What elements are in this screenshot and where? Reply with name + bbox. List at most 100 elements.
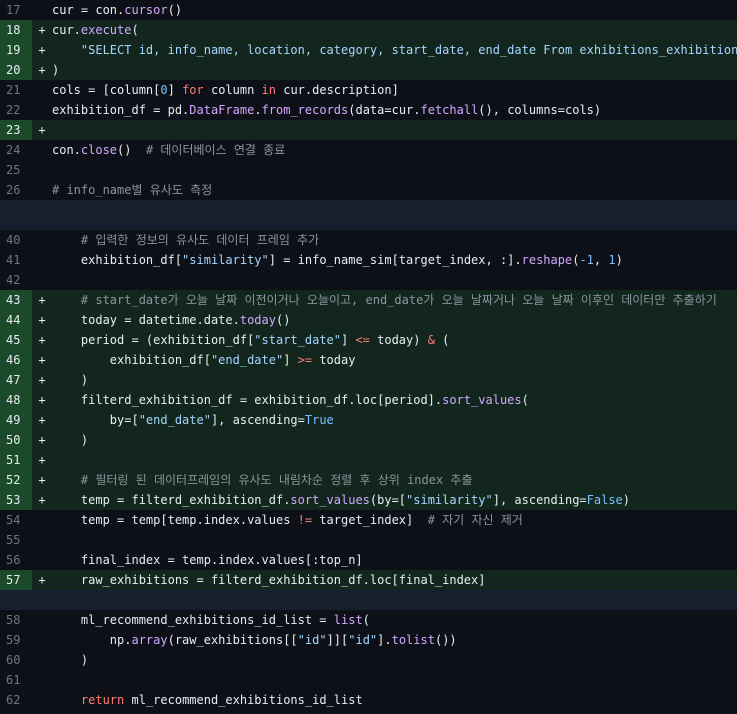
context-line: 41 exhibition_df["similarity"] = info_na… <box>0 250 737 270</box>
context-line: 17 cur = con.cursor() <box>0 0 737 20</box>
added-line: 48 + filterd_exhibition_df = exhibition_d… <box>0 390 737 410</box>
code-text: by=["end_date"], ascending=True <box>52 413 334 427</box>
line-number[interactable]: 18 <box>0 20 32 40</box>
line-number[interactable]: 47 <box>0 370 32 390</box>
context-line: 22 exhibition_df = pd.DataFrame.from_reco… <box>0 100 737 120</box>
line-number[interactable]: 26 <box>0 180 32 200</box>
line-number[interactable]: 20 <box>0 60 32 80</box>
line-number[interactable]: 22 <box>0 100 32 120</box>
diff-marker: + <box>38 23 46 37</box>
diff-marker: + <box>38 123 46 137</box>
diff-marker: + <box>38 313 46 327</box>
code-text: exhibition_df["similarity"] = info_name_… <box>52 253 623 267</box>
line-number[interactable]: 60 <box>0 650 32 670</box>
line-number[interactable]: 19 <box>0 40 32 60</box>
diff-marker <box>32 230 52 250</box>
line-number[interactable]: 58 <box>0 610 32 630</box>
code-text: exhibition_df["end_date"] >= today <box>52 353 356 367</box>
hunk-expander[interactable] <box>0 200 737 230</box>
diff-marker: + <box>38 573 46 587</box>
line-number[interactable]: 41 <box>0 250 32 270</box>
line-number[interactable]: 61 <box>0 670 32 690</box>
diff-marker <box>32 670 52 690</box>
line-number[interactable]: 48 <box>0 390 32 410</box>
diff-marker: + <box>38 43 46 57</box>
diff-marker: + <box>38 433 46 447</box>
code-text: cur = con.cursor() <box>52 3 183 17</box>
line-number[interactable]: 45 <box>0 330 32 350</box>
context-line: 54 temp = temp[temp.index.values != targ… <box>0 510 737 530</box>
code-text: np.array(raw_exhibitions[["id"]]["id"].t… <box>52 633 457 647</box>
code-text: temp = temp[temp.index.values != target_… <box>52 513 523 527</box>
line-number[interactable]: 49 <box>0 410 32 430</box>
context-line: 61 <box>0 670 737 690</box>
diff-marker <box>32 270 52 290</box>
diff-marker <box>32 160 52 180</box>
added-line: 19 + "SELECT id, info_name, location, cat… <box>0 40 737 60</box>
added-line: 46 + exhibition_df["end_date"] >= today <box>0 350 737 370</box>
context-line: 25 <box>0 160 737 180</box>
code-text: filterd_exhibition_df = exhibition_df.lo… <box>52 393 529 407</box>
line-number[interactable]: 40 <box>0 230 32 250</box>
diff-marker <box>32 630 52 650</box>
code-text: ) <box>52 653 89 667</box>
line-number[interactable]: 57 <box>0 570 32 590</box>
diff-marker: + <box>38 493 46 507</box>
diff-marker <box>32 100 52 120</box>
code-text: final_index = temp.index.values[:top_n] <box>52 553 363 567</box>
line-number[interactable]: 59 <box>0 630 32 650</box>
diff-marker <box>32 530 52 550</box>
line-number[interactable]: 43 <box>0 290 32 310</box>
added-line: 43 + # start_date가 오늘 날짜 이전이거나 오늘이고, end_… <box>0 290 737 310</box>
line-number[interactable]: 54 <box>0 510 32 530</box>
diff-marker <box>32 80 52 100</box>
code-text: today = datetime.date.today() <box>52 313 291 327</box>
diff-marker: + <box>38 353 46 367</box>
added-line: 53 + temp = filterd_exhibition_df.sort_va… <box>0 490 737 510</box>
line-number[interactable]: 42 <box>0 270 32 290</box>
context-line: 40 # 입력한 정보의 유사도 데이터 프레임 추가 <box>0 230 737 250</box>
line-number[interactable]: 25 <box>0 160 32 180</box>
code-text: con.close() # 데이터베이스 연결 종료 <box>52 143 286 157</box>
line-number[interactable]: 46 <box>0 350 32 370</box>
diff-marker: + <box>38 293 46 307</box>
context-line: 62 return ml_recommend_exhibitions_id_li… <box>0 690 737 710</box>
diff-marker <box>32 550 52 570</box>
line-number[interactable]: 24 <box>0 140 32 160</box>
line-number[interactable]: 62 <box>0 690 32 710</box>
added-line: 52 + # 필터링 된 데이터프레임의 유사도 내림차순 정렬 후 상위 ind… <box>0 470 737 490</box>
code-text: raw_exhibitions = filterd_exhibition_df.… <box>52 573 486 587</box>
hunk-expander[interactable] <box>0 590 737 610</box>
added-line: 57 + raw_exhibitions = filterd_exhibition… <box>0 570 737 590</box>
code-text: exhibition_df = pd.DataFrame.from_record… <box>52 103 602 117</box>
added-line: 45 + period = (exhibition_df["start_date"… <box>0 330 737 350</box>
added-line: 18 + cur.execute( <box>0 20 737 40</box>
diff-marker: + <box>38 63 46 77</box>
line-number[interactable]: 21 <box>0 80 32 100</box>
diff-marker <box>32 610 52 630</box>
context-line: 59 np.array(raw_exhibitions[["id"]]["id"… <box>0 630 737 650</box>
code-text: ml_recommend_exhibitions_id_list = list( <box>52 613 370 627</box>
line-number[interactable]: 56 <box>0 550 32 570</box>
diff-marker <box>32 690 52 710</box>
code-text: # info_name별 유사도 측정 <box>52 183 213 197</box>
line-number[interactable]: 51 <box>0 450 32 470</box>
line-number[interactable]: 17 <box>0 0 32 20</box>
line-number[interactable]: 52 <box>0 470 32 490</box>
diff-marker <box>32 510 52 530</box>
line-number[interactable]: 55 <box>0 530 32 550</box>
line-number[interactable]: 44 <box>0 310 32 330</box>
context-line: 21 cols = [column[0] for column in cur.de… <box>0 80 737 100</box>
code-text: # 필터링 된 데이터프레임의 유사도 내림차순 정렬 후 상위 index 추… <box>80 473 473 487</box>
code-text: return ml_recommend_exhibitions_id_list <box>80 693 363 707</box>
added-line: 23 + <box>0 120 737 140</box>
line-number[interactable]: 50 <box>0 430 32 450</box>
line-number[interactable]: 23 <box>0 120 32 140</box>
code-text: ) <box>52 63 60 77</box>
line-number[interactable]: 53 <box>0 490 32 510</box>
code-text: period = (exhibition_df["start_date"] <=… <box>52 333 450 347</box>
